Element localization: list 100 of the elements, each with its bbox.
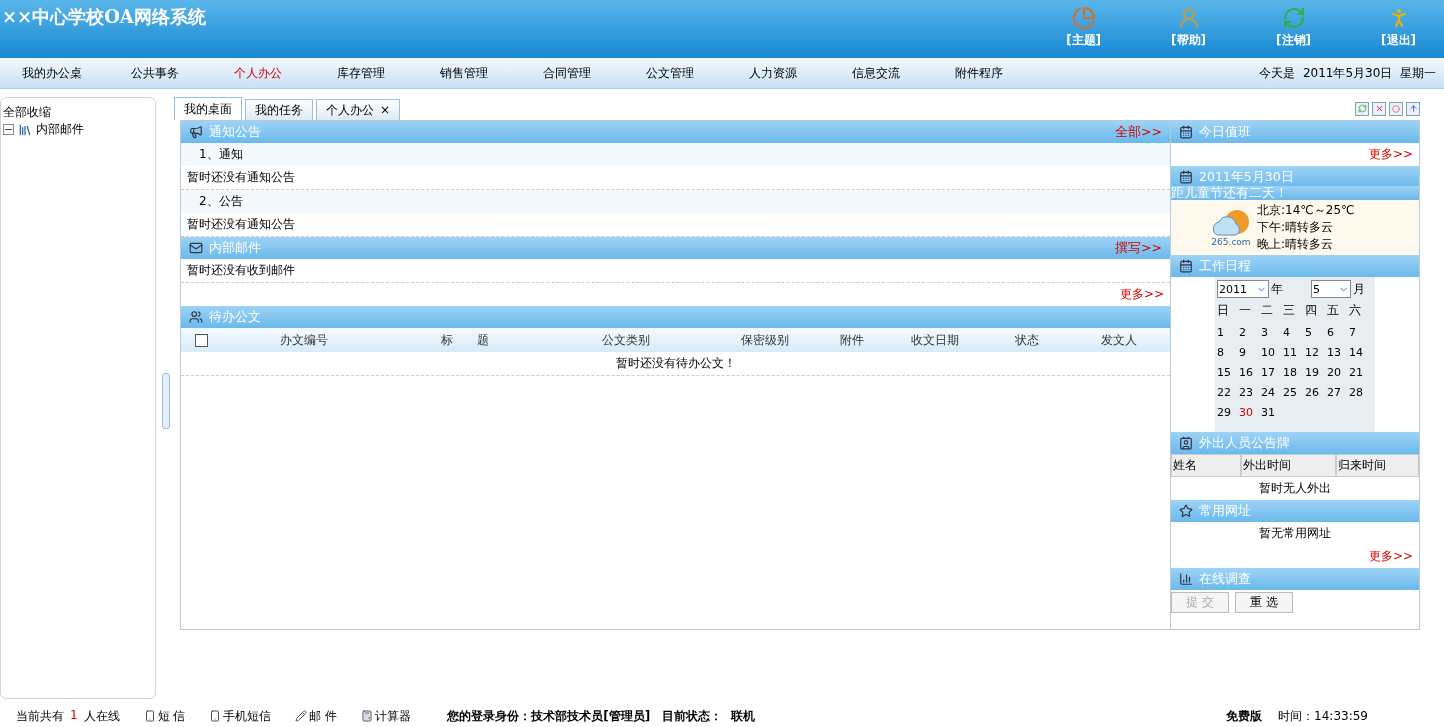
calendar-icon bbox=[1179, 259, 1193, 273]
cloud-sun-icon bbox=[1211, 208, 1251, 237]
column-header: 状态 bbox=[1014, 331, 1041, 349]
calendar-day[interactable]: 21 bbox=[1349, 366, 1371, 379]
nav-item[interactable]: 公共事务 bbox=[103, 64, 206, 82]
calendar-day[interactable]: 31 bbox=[1261, 406, 1283, 419]
year-select[interactable]: 2011 bbox=[1217, 280, 1269, 298]
mail-icon bbox=[189, 241, 203, 255]
empty-message: 暂时还没有通知公告 bbox=[187, 169, 295, 186]
panel-title: 外出人员公告牌 bbox=[1199, 434, 1290, 452]
more-link[interactable]: 更多>> bbox=[1368, 548, 1413, 565]
weather-text: 北京:14℃～25℃ bbox=[1257, 202, 1355, 219]
people-icon bbox=[189, 310, 203, 324]
refresh-icon[interactable] bbox=[1355, 101, 1369, 116]
nav-item[interactable]: 库存管理 bbox=[309, 64, 412, 82]
status-tool[interactable]: 计算器 bbox=[361, 707, 412, 725]
column-header: 姓名 bbox=[1171, 454, 1241, 477]
close-icon[interactable]: × bbox=[380, 103, 391, 117]
calendar-day[interactable]: 11 bbox=[1283, 346, 1305, 359]
calendar-day[interactable]: 3 bbox=[1261, 326, 1283, 339]
calendar-day[interactable]: 22 bbox=[1217, 386, 1239, 399]
nav-item[interactable]: 公文管理 bbox=[618, 64, 721, 82]
calendar-day[interactable]: 28 bbox=[1349, 386, 1371, 399]
form-button[interactable]: 重 选 bbox=[1235, 592, 1293, 613]
calendar-day[interactable]: 18 bbox=[1283, 366, 1305, 379]
calculator-icon bbox=[361, 710, 374, 722]
calendar-day[interactable]: 25 bbox=[1283, 386, 1305, 399]
date-text: 今天是 2011年5月30日 星期一 bbox=[1259, 64, 1437, 82]
calendar-day[interactable]: 5 bbox=[1305, 326, 1327, 339]
calendar-day[interactable]: 20 bbox=[1327, 366, 1349, 379]
column-header: 归来时间 bbox=[1336, 454, 1419, 477]
nav-item[interactable]: 信息交流 bbox=[824, 64, 927, 82]
calendar-day[interactable]: 19 bbox=[1305, 366, 1327, 379]
pencil-icon bbox=[295, 710, 308, 722]
nav-item[interactable]: 合同管理 bbox=[515, 64, 618, 82]
more-link[interactable]: 更多>> bbox=[1368, 146, 1413, 163]
status-tool[interactable]: 短 信 bbox=[143, 707, 186, 725]
panel-title: 待办公文 bbox=[209, 308, 261, 326]
calendar-day[interactable]: 17 bbox=[1261, 366, 1283, 379]
column-header: 办文编号 bbox=[278, 331, 329, 349]
refresh-icon bbox=[1281, 6, 1306, 30]
weekday-label: 六 bbox=[1349, 302, 1362, 319]
status-tool[interactable]: 手机短信 bbox=[209, 707, 272, 725]
calendar-day[interactable]: 14 bbox=[1349, 346, 1371, 359]
calendar-day[interactable]: 8 bbox=[1217, 346, 1239, 359]
phone-icon bbox=[143, 710, 156, 722]
nav-item[interactable]: 个人办公 bbox=[206, 64, 309, 82]
calendar-day[interactable]: 9 bbox=[1239, 346, 1261, 359]
collapse-handle[interactable] bbox=[162, 373, 170, 429]
panel-title: 内部邮件 bbox=[209, 239, 261, 257]
id-card-icon bbox=[1179, 436, 1193, 450]
checkbox[interactable] bbox=[194, 333, 208, 347]
tree-item[interactable]: 内部邮件 bbox=[36, 121, 84, 138]
weather-logo: 265.com bbox=[1211, 236, 1251, 247]
calendar-day[interactable]: 26 bbox=[1305, 386, 1327, 399]
calendar-day[interactable]: 12 bbox=[1305, 346, 1327, 359]
collapse-all-link[interactable]: 全部收缩 bbox=[3, 104, 153, 121]
edition-label: 免费版 bbox=[1226, 707, 1263, 725]
star-icon bbox=[1179, 504, 1193, 518]
calendar-day[interactable]: 6 bbox=[1327, 326, 1349, 339]
calendar-day[interactable]: 7 bbox=[1349, 326, 1371, 339]
calendar-day[interactable]: 4 bbox=[1283, 326, 1305, 339]
panel-title: 通知公告 bbox=[209, 123, 261, 141]
weekday-label: 四 bbox=[1305, 302, 1318, 319]
status-text: 当前共有 bbox=[16, 707, 64, 725]
calendar-day[interactable]: 30 bbox=[1239, 406, 1261, 419]
column-header: 保密级别 bbox=[739, 331, 790, 349]
megaphone-icon bbox=[189, 125, 203, 139]
calendar-day[interactable]: 29 bbox=[1217, 406, 1239, 419]
calendar-day[interactable]: 15 bbox=[1217, 366, 1239, 379]
calendar-day[interactable]: 27 bbox=[1327, 386, 1349, 399]
calendar-day[interactable]: 2 bbox=[1239, 326, 1261, 339]
empty-message: 暂时还没有收到邮件 bbox=[187, 262, 295, 279]
more-link[interactable]: 更多>> bbox=[1119, 286, 1164, 303]
calendar-day[interactable]: 1 bbox=[1217, 326, 1239, 339]
nav-item[interactable]: 销售管理 bbox=[412, 64, 515, 82]
calendar-day[interactable]: 24 bbox=[1261, 386, 1283, 399]
circle-icon[interactable] bbox=[1389, 101, 1403, 116]
calendar-day[interactable]: 16 bbox=[1239, 366, 1261, 379]
column-header: 标 题 bbox=[440, 331, 491, 349]
empty-message: 暂时还没有待办公文！ bbox=[615, 356, 736, 370]
nav-item[interactable]: 人力资源 bbox=[721, 64, 824, 82]
weekday-label: 二 bbox=[1261, 302, 1274, 319]
phone-icon bbox=[209, 710, 222, 722]
status-tool[interactable]: 邮 件 bbox=[295, 707, 338, 725]
calendar-day[interactable]: 10 bbox=[1261, 346, 1283, 359]
unit-label: 月 bbox=[1353, 280, 1365, 298]
empty-message: 暂时还没有通知公告 bbox=[187, 216, 295, 233]
calendar-day[interactable]: 13 bbox=[1327, 346, 1349, 359]
nav-item[interactable]: 我的办公桌 bbox=[0, 64, 103, 82]
panel-title: 常用网址 bbox=[1199, 502, 1251, 520]
tab[interactable]: 我的桌面 bbox=[174, 97, 242, 120]
close-icon[interactable] bbox=[1372, 101, 1386, 116]
calendar-day[interactable]: 23 bbox=[1239, 386, 1261, 399]
tab[interactable]: 我的任务 bbox=[245, 99, 313, 120]
tab[interactable]: 个人办公 × bbox=[316, 99, 401, 120]
month-select[interactable]: 5 bbox=[1311, 280, 1351, 298]
collapse-toggle[interactable] bbox=[3, 124, 14, 135]
nav-item[interactable]: 附件程序 bbox=[927, 64, 1030, 82]
weekday-label: 日 bbox=[1217, 302, 1230, 319]
